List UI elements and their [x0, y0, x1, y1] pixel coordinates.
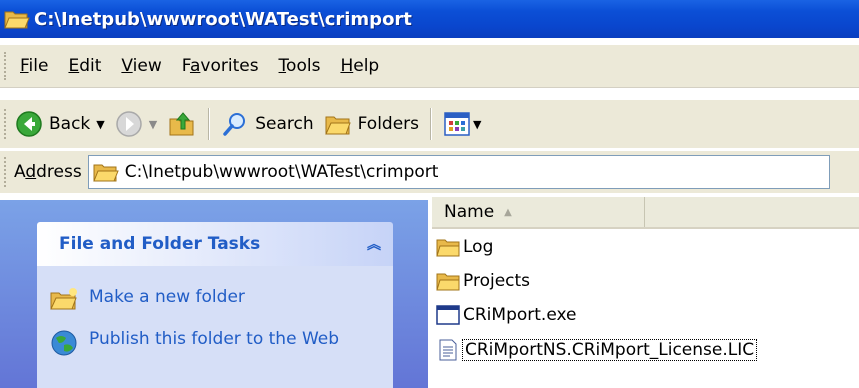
- menu-favorites-pre: F: [181, 56, 190, 76]
- file-row-projects[interactable]: Projects: [436, 267, 530, 295]
- toolbar-separator: [208, 108, 211, 140]
- views-button[interactable]: ▼: [438, 104, 486, 144]
- address-value: C:\Inetpub\wwwroot\WATest\crimport: [124, 162, 439, 182]
- menu-edit-accel: E: [68, 56, 80, 76]
- task-publish-folder[interactable]: Publish this folder to the Web: [49, 328, 349, 358]
- text-file-icon: [439, 339, 457, 361]
- menu-favorites-rest: vorites: [200, 56, 259, 76]
- menu-help[interactable]: Help: [330, 56, 389, 76]
- address-label: Address: [14, 162, 82, 182]
- menu-file-accel: F: [20, 56, 29, 76]
- task-make-new-folder[interactable]: Make a new folder: [49, 286, 245, 312]
- search-button[interactable]: Search: [216, 104, 318, 144]
- window-title: C:\Inetpub\wwwroot\WATest\crimport: [34, 8, 412, 30]
- sort-ascending-icon: ▲: [504, 206, 512, 218]
- collapse-chevron-icon[interactable]: ︽: [367, 234, 381, 254]
- new-folder-icon: [50, 288, 77, 310]
- file-name: Projects: [463, 271, 531, 291]
- column-header-name[interactable]: Name ▲: [432, 197, 645, 227]
- toolbar-separator-2: [430, 108, 433, 140]
- file-name: CRiMportNS.CRiMport_License.LIC: [461, 339, 758, 361]
- forward-button[interactable]: ▼: [110, 104, 162, 144]
- file-row-license-lic[interactable]: CRiMportNS.CRiMport_License.LIC: [436, 336, 758, 364]
- address-grip[interactable]: [4, 157, 10, 187]
- menu-tools-rest: ools: [286, 56, 321, 76]
- views-icon: [444, 112, 470, 136]
- menu-tools[interactable]: Tools: [269, 56, 331, 76]
- folders-icon: [324, 116, 351, 135]
- folder-icon: [436, 273, 460, 291]
- address-label-accel: d: [25, 162, 37, 182]
- menu-view-accel: V: [121, 56, 133, 76]
- back-label: Back: [49, 114, 91, 134]
- task-header-title: File and Folder Tasks: [59, 234, 261, 254]
- menu-file[interactable]: File: [10, 56, 58, 76]
- address-label-pre: A: [14, 162, 26, 182]
- file-folder-tasks-header[interactable]: File and Folder Tasks ︽: [37, 222, 393, 266]
- menu-edit-rest: dit: [79, 56, 102, 76]
- menu-view[interactable]: View: [111, 56, 171, 76]
- folders-label: Folders: [357, 114, 420, 134]
- column-name-label: Name: [444, 202, 495, 222]
- back-dropdown-icon[interactable]: ▼: [96, 118, 104, 131]
- forward-arrow-icon: [116, 111, 142, 137]
- file-list: Name ▲ Log Projects CRiMport.exe CRiMpor…: [428, 193, 859, 388]
- task-pane: File and Folder Tasks ︽ Make a new folde…: [0, 200, 428, 388]
- file-name: CRiMport.exe: [463, 305, 577, 325]
- folder-open-icon: [92, 164, 119, 182]
- back-arrow-icon: [16, 111, 42, 137]
- folder-icon: [436, 239, 460, 257]
- views-dropdown-icon[interactable]: ▼: [473, 118, 481, 131]
- file-row-crimport-exe[interactable]: CRiMport.exe: [436, 301, 576, 329]
- menu-file-rest: ile: [28, 56, 49, 76]
- column-header: Name ▲: [432, 197, 859, 229]
- standard-toolbar: Back ▼ ▼ Search Folders ▼: [0, 100, 859, 148]
- address-label-rest: dress: [36, 162, 82, 182]
- publish-web-icon: [51, 330, 77, 356]
- folder-open-icon: [4, 11, 30, 29]
- menu-view-rest: iew: [132, 56, 162, 76]
- search-icon: [223, 113, 246, 136]
- exe-window-icon: [436, 305, 460, 325]
- file-row-log[interactable]: Log: [436, 233, 493, 261]
- title-bar[interactable]: C:\Inetpub\wwwroot\WATest\crimport: [0, 0, 859, 38]
- search-label: Search: [255, 114, 314, 134]
- address-input[interactable]: C:\Inetpub\wwwroot\WATest\crimport: [87, 155, 830, 189]
- menu-help-accel: H: [340, 56, 354, 76]
- address-bar: Address C:\Inetpub\wwwroot\WATest\crimpo…: [0, 151, 859, 193]
- folder-up-icon: [169, 112, 194, 136]
- up-button[interactable]: [162, 104, 202, 144]
- back-button[interactable]: Back ▼: [10, 104, 110, 144]
- menu-edit[interactable]: Edit: [58, 56, 111, 76]
- menu-tools-accel: T: [278, 56, 287, 76]
- task-label: Make a new folder: [89, 287, 245, 307]
- menu-favorites[interactable]: Favorites: [172, 56, 269, 76]
- menu-bar: File Edit View Favorites Tools Help: [0, 45, 859, 88]
- task-list: Make a new folder Publish this folder to…: [37, 266, 393, 388]
- menu-favorites-accel: a: [189, 56, 201, 76]
- menu-help-rest: elp: [353, 56, 380, 76]
- task-label: Publish this folder to the Web: [89, 329, 340, 349]
- file-name: Log: [463, 237, 494, 257]
- folders-button[interactable]: Folders: [319, 104, 424, 144]
- forward-dropdown-icon[interactable]: ▼: [149, 118, 157, 131]
